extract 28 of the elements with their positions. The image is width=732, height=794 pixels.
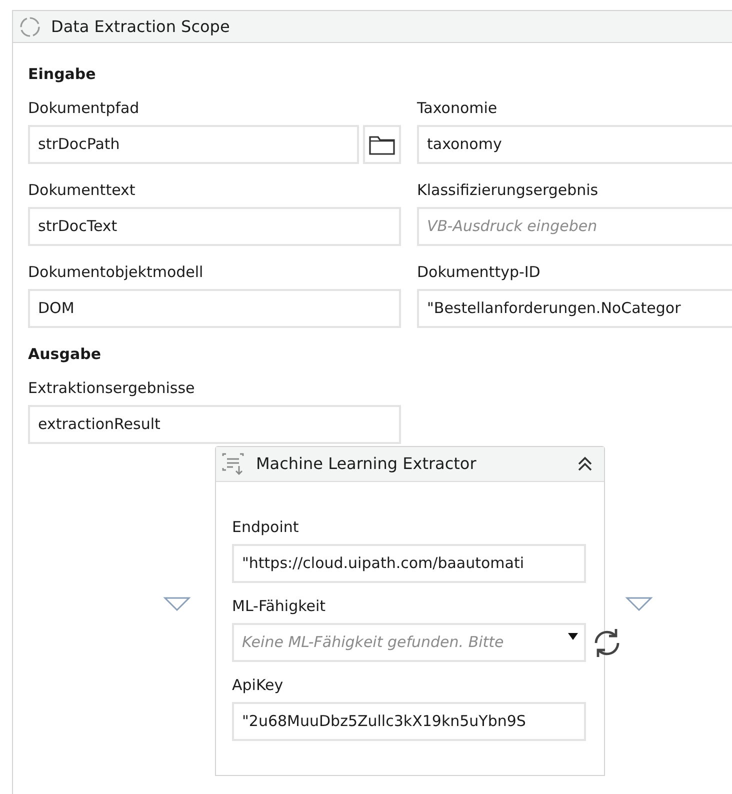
field-label: Dokumentpfad [28, 99, 140, 117]
section-heading: Ausgabe [28, 344, 102, 365]
field-label: ApiKey [232, 676, 284, 694]
scope-title: Data Extraction Scope [51, 16, 230, 38]
input-field[interactable]: strDocPath [28, 125, 359, 164]
field-label: Klassifizierungsergebnis [417, 181, 600, 199]
field-label: Dokumenttyp-ID [417, 263, 542, 281]
expand-arrow-icon[interactable] [625, 596, 655, 612]
input-field[interactable]: "2u68MuuDbz5Zullc3kX19kn5uYbn9S [232, 702, 586, 741]
field-label: Taxonomie [417, 99, 498, 117]
input-field[interactable]: "Bestellanforderungen.NoCategor [417, 289, 732, 328]
extractor-icon [220, 451, 246, 477]
field-label: Dokumenttext [28, 181, 136, 199]
folder-icon [368, 134, 396, 156]
expand-arrow-icon[interactable] [163, 596, 193, 612]
section-heading: Eingabe [28, 64, 97, 85]
input-field[interactable]: strDocText [28, 207, 401, 246]
input-field[interactable]: taxonomy [417, 125, 732, 164]
field-label: ML-Fähigkeit [232, 597, 327, 615]
browse-button[interactable] [363, 125, 401, 164]
field-label: Dokumentobjektmodell [28, 263, 204, 281]
field-label: Extraktionsergebnisse [28, 379, 196, 397]
field-label: Endpoint [232, 518, 300, 536]
input-field[interactable]: extractionResult [28, 405, 401, 444]
scope-icon [19, 16, 41, 38]
extractor-title: Machine Learning Extractor [256, 453, 478, 475]
input-field[interactable]: DOM [28, 289, 401, 328]
input-field[interactable]: "https://cloud.uipath.com/baautomati [232, 544, 586, 583]
